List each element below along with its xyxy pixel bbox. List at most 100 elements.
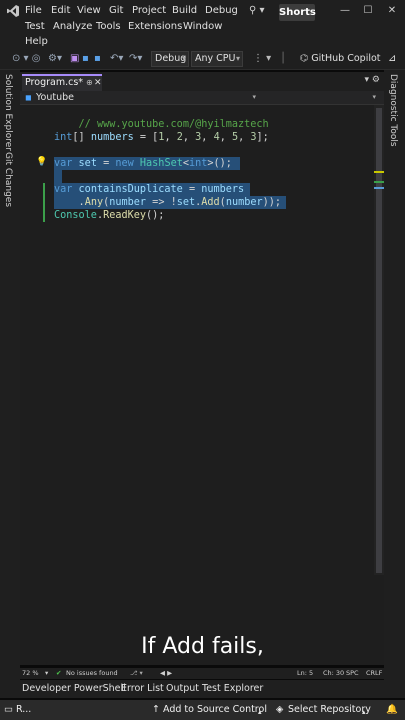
- token: ,: [219, 132, 232, 143]
- menu-help[interactable]: Help: [25, 35, 48, 49]
- copilot-icon: ⌬: [300, 53, 309, 64]
- chevron-down-icon: ▾: [252, 93, 256, 101]
- tab-program-cs[interactable]: Program.cs* ⊕ ✕: [22, 74, 102, 91]
- scroll-marker: [374, 171, 384, 173]
- token: >();: [207, 158, 232, 169]
- select-repository-button[interactable]: Select Repository: [288, 704, 371, 716]
- token: Console: [54, 210, 97, 221]
- new-project-icon[interactable]: ⚙▾: [48, 53, 62, 65]
- indent-mode[interactable]: SPC: [346, 669, 359, 678]
- redo-icon[interactable]: ↷▾: [129, 53, 142, 65]
- diagnostic-tools-tab[interactable]: Diagnostic Tools: [388, 74, 398, 147]
- menu-view[interactable]: View: [77, 4, 101, 18]
- open-file-icon[interactable]: ▣: [70, 53, 79, 65]
- token: ,: [238, 132, 251, 143]
- right-tool-rail: Diagnostic Tools: [384, 70, 405, 680]
- configuration-select[interactable]: Debug ▾: [151, 51, 189, 67]
- line-endings[interactable]: CRLF: [366, 669, 382, 678]
- tab-error-list[interactable]: Error List: [121, 683, 164, 695]
- tab-label: Program.cs*: [25, 77, 84, 88]
- platform-select[interactable]: Any CPU ▾: [191, 51, 243, 67]
- menu-analyze[interactable]: Analyze: [53, 20, 92, 34]
- github-copilot-button[interactable]: ⌬ GitHub Copilot: [300, 53, 381, 65]
- check-icon: ✔: [56, 669, 62, 677]
- token: var: [54, 184, 73, 195]
- member-select-chevron-icon[interactable]: ▾: [372, 91, 376, 104]
- chevron-down-icon: ▾: [181, 54, 186, 63]
- line-number: Ln: 5: [297, 669, 314, 677]
- menu-test[interactable]: Test: [25, 20, 45, 34]
- token: set: [176, 197, 196, 208]
- back-forward-icon[interactable]: ⊙ ▾ ◎: [12, 53, 40, 65]
- menu-edit[interactable]: Edit: [51, 4, 70, 18]
- selection-blank-line: [54, 170, 62, 183]
- git-changes-tab[interactable]: Git Changes: [3, 152, 13, 207]
- status-ready-icon: ▭: [4, 704, 13, 715]
- menu-project[interactable]: Project: [132, 4, 166, 18]
- editor-vertical-scrollbar[interactable]: [374, 105, 384, 575]
- shorts-badge: Shorts: [279, 4, 316, 21]
- repository-icon: ◈: [276, 704, 284, 715]
- code-line-6: Console.ReadKey();: [54, 209, 164, 222]
- maximize-icon[interactable]: ☐: [361, 5, 375, 17]
- menu-git[interactable]: Git: [109, 4, 123, 18]
- menu-bar: File Edit View Git Project Build Debug ⚲…: [0, 0, 405, 48]
- project-value: Youtube: [36, 92, 74, 103]
- status-ready-text: R...: [16, 704, 32, 715]
- lightbulb-icon[interactable]: 💡: [36, 157, 47, 167]
- save-all-icon[interactable]: ▪: [94, 53, 101, 65]
- token: ();: [146, 210, 165, 221]
- token: set: [78, 158, 97, 169]
- status-bar: ▭ R... ↑ Add to Source Control ▴ ◈ Selec…: [0, 700, 405, 720]
- menu-tools[interactable]: Tools: [96, 20, 121, 34]
- token: Add: [201, 197, 220, 208]
- solution-explorer-tab[interactable]: Solution Explorer: [3, 74, 13, 151]
- pin-icon[interactable]: ⊕: [86, 76, 93, 90]
- close-icon[interactable]: ✕: [385, 5, 399, 17]
- feedback-icon[interactable]: ⊿: [388, 53, 396, 65]
- tab-output[interactable]: Output: [166, 683, 199, 695]
- tab-overflow-icon[interactable]: ▾ ⚙: [365, 75, 380, 85]
- save-icon[interactable]: ▪: [82, 53, 89, 65]
- token: int: [54, 132, 73, 143]
- code-line-5: .Any(number => !set.Add(number));: [54, 196, 281, 209]
- zoom-chevron-icon[interactable]: ▾: [45, 669, 48, 678]
- undo-icon[interactable]: ↶▾: [110, 53, 123, 65]
- token: int: [188, 158, 208, 169]
- zoom-level[interactable]: 72 %: [22, 669, 39, 678]
- notification-bell-icon[interactable]: 🔔: [386, 704, 398, 716]
- chevron-up-icon: ▴: [362, 708, 366, 716]
- comment-text: // www.youtube.com/@hyilmaztech: [78, 119, 269, 130]
- menu-extensions[interactable]: Extensions: [128, 20, 182, 34]
- copilot-label: GitHub Copilot: [311, 53, 381, 64]
- visual-studio-logo-icon[interactable]: [6, 4, 20, 18]
- menu-debug[interactable]: Debug: [205, 4, 238, 18]
- token: ));: [262, 197, 282, 208]
- token: HashSet: [139, 158, 183, 169]
- git-icon: ⎇ ▾: [130, 669, 143, 677]
- separator-icon: │: [280, 53, 287, 64]
- add-to-source-control-button[interactable]: Add to Source Control: [163, 704, 267, 716]
- menu-window[interactable]: Window: [183, 20, 222, 34]
- menu-build[interactable]: Build: [172, 4, 197, 18]
- token: ,: [201, 132, 214, 143]
- project-select[interactable]: ◼ Youtube ▾: [24, 91, 260, 104]
- toolbar: ⊙ ▾ ◎ ⚙▾ ▣ ▪ ▪ ↶▾ ↷▾ Debug ▾ Any CPU ▾ ⋮…: [0, 48, 405, 70]
- editor-status-row: 72 % ▾ ✔ No issues found ⎇ ▾ ◀ ▶ Ln: 5 C…: [20, 668, 384, 679]
- code-editor[interactable]: 💡 // www.youtube.com/@hyilmaztech int[] …: [20, 105, 384, 665]
- token: => !: [146, 197, 177, 208]
- minimize-icon[interactable]: —: [338, 5, 352, 17]
- scrollbar-thumb[interactable]: [376, 108, 382, 573]
- toolbar-overflow-icon[interactable]: ⋮ ▾: [253, 53, 271, 65]
- arrow-icon[interactable]: ◀ ▶: [160, 669, 172, 678]
- menu-file[interactable]: File: [25, 4, 42, 18]
- issues-label[interactable]: No issues found: [66, 669, 118, 678]
- tab-developer-powershell[interactable]: Developer PowerShell: [22, 683, 126, 695]
- search-icon[interactable]: ⚲ ▾: [249, 4, 265, 18]
- tab-test-explorer[interactable]: Test Explorer: [202, 683, 263, 695]
- token: numbers: [201, 184, 245, 195]
- close-tab-icon[interactable]: ✕: [94, 76, 102, 90]
- token: = [: [133, 132, 159, 143]
- csharp-project-icon: ◼: [25, 93, 32, 102]
- token: ,: [182, 132, 196, 143]
